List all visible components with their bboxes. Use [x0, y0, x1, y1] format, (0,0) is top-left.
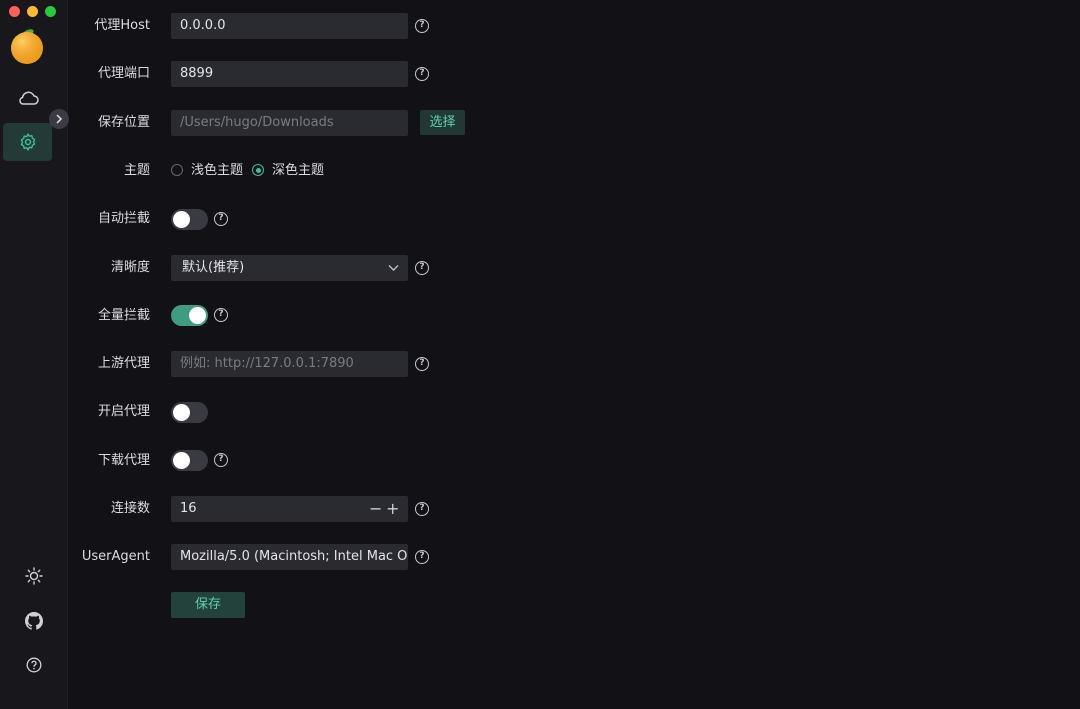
help-icon[interactable]: ?: [214, 308, 228, 322]
auto-intercept-label: 自动拦截: [97, 211, 150, 226]
full-intercept-label: 全量拦截: [97, 308, 150, 323]
theme-label: 主题: [123, 163, 150, 178]
toggle-knob: [173, 211, 190, 228]
theme-dark-radio[interactable]: [252, 164, 264, 176]
help-icon[interactable]: ?: [214, 453, 228, 467]
increment-button[interactable]: +: [386, 496, 399, 522]
theme-light-radio[interactable]: [171, 164, 183, 176]
quality-label: 清晰度: [110, 260, 150, 275]
useragent-label: UserAgent: [81, 549, 150, 564]
download-proxy-label: 下载代理: [97, 453, 150, 468]
save-path-label: 保存位置: [97, 115, 150, 130]
github-button[interactable]: [22, 609, 46, 633]
proxy-port-label: 代理端口: [97, 66, 150, 81]
full-intercept-toggle[interactable]: [171, 305, 208, 326]
save-button[interactable]: 保存: [171, 592, 245, 618]
theme-light-label[interactable]: 浅色主题: [191, 158, 243, 184]
enable-proxy-label: 开启代理: [97, 404, 150, 419]
proxy-host-input[interactable]: 0.0.0.0: [171, 13, 408, 39]
toggle-knob: [173, 404, 190, 421]
chevron-down-icon: [388, 265, 399, 271]
useragent-input[interactable]: Mozilla/5.0 (Macintosh; Intel Mac OS: [171, 544, 408, 570]
decrement-button[interactable]: −: [369, 496, 382, 522]
cloud-icon: [18, 91, 39, 105]
help-icon[interactable]: ?: [415, 550, 429, 564]
upstream-proxy-input[interactable]: 例如: http://127.0.0.1:7890: [171, 351, 408, 377]
choose-folder-button[interactable]: 选择: [420, 110, 465, 135]
connections-value: 16: [180, 501, 197, 516]
connections-label: 连接数: [110, 501, 150, 516]
help-icon[interactable]: ?: [415, 502, 429, 516]
auto-intercept-toggle[interactable]: [171, 209, 208, 230]
proxy-host-label: 代理Host: [94, 18, 150, 33]
help-icon[interactable]: ?: [415, 357, 429, 371]
github-icon: [25, 612, 43, 630]
enable-proxy-toggle[interactable]: [171, 402, 208, 423]
proxy-port-input[interactable]: 8899: [171, 61, 408, 87]
quality-select-value: 默认(推荐): [182, 260, 245, 275]
help-icon[interactable]: ?: [415, 67, 429, 81]
help-icon: [26, 657, 42, 673]
upstream-proxy-label: 上游代理: [97, 356, 150, 371]
theme-dark-label[interactable]: 深色主题: [272, 158, 324, 184]
help-icon[interactable]: ?: [415, 261, 429, 275]
connections-stepper[interactable]: 16 − +: [171, 496, 408, 522]
save-path-input[interactable]: /Users/hugo/Downloads: [171, 110, 408, 136]
toggle-knob: [189, 307, 206, 324]
help-icon[interactable]: ?: [415, 19, 429, 33]
help-icon[interactable]: ?: [214, 212, 228, 226]
quality-select[interactable]: 默认(推荐): [171, 255, 408, 281]
download-proxy-toggle[interactable]: [171, 450, 208, 471]
about-button[interactable]: [22, 653, 46, 677]
toggle-knob: [173, 452, 190, 469]
